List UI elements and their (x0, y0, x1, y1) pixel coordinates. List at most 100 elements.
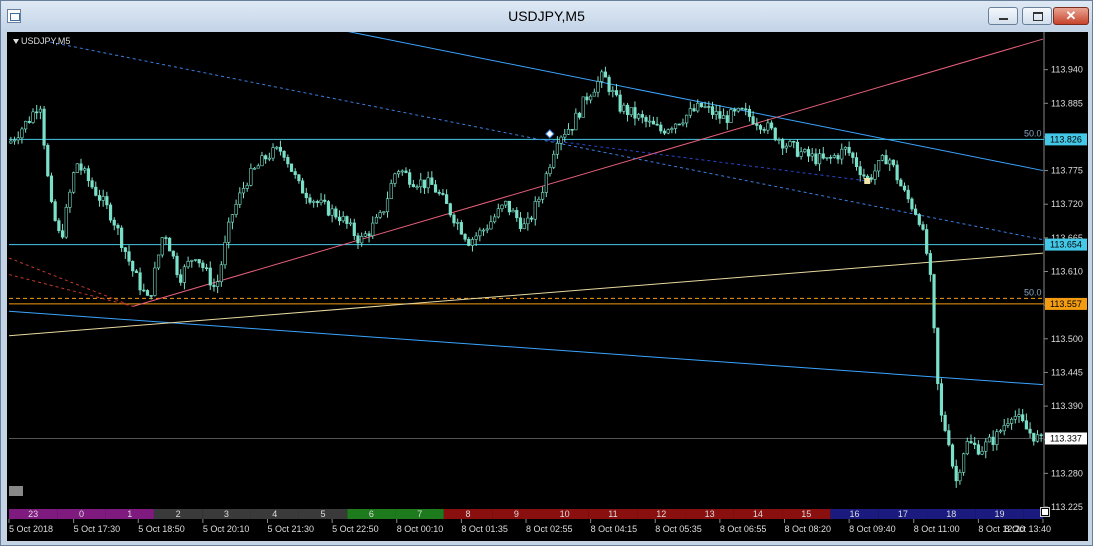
candle-body (286, 157, 290, 165)
title-bar[interactable]: USDJPY,M5 ✕ (1, 1, 1092, 31)
candle-body (356, 235, 360, 244)
candle-body (38, 108, 42, 113)
candle-body (862, 174, 866, 177)
candle-body (131, 260, 135, 272)
candle-body (385, 198, 390, 213)
session-hour-label: 1 (127, 509, 132, 519)
candle-body (659, 124, 663, 132)
candle-body (566, 128, 571, 135)
candle-body (337, 216, 342, 222)
candle-body (234, 204, 238, 215)
candle-body (496, 208, 500, 218)
candle-body (363, 233, 367, 237)
price-badge-label: 113.337 (1050, 433, 1082, 443)
candle-body (696, 102, 700, 112)
candle-body (710, 106, 715, 115)
close-button[interactable]: ✕ (1053, 7, 1089, 25)
candle-body (707, 106, 711, 108)
price-tick-label: 113.280 (1051, 468, 1083, 478)
candle-body (625, 104, 630, 116)
maximize-button[interactable] (1022, 7, 1052, 25)
candle-body (603, 71, 607, 78)
minimize-icon (989, 8, 1017, 24)
trend-line (8, 252, 1044, 337)
candle-body (747, 109, 752, 117)
anchor-point-marker (545, 129, 555, 139)
candle-body (507, 200, 511, 213)
session-hour-label: 4 (272, 509, 277, 519)
session-hour-label: 5 (321, 509, 326, 519)
candle-body (640, 114, 644, 118)
candle-body (589, 95, 593, 101)
candle-body (648, 120, 652, 123)
candle-body (795, 141, 800, 157)
candle-body (888, 159, 892, 165)
chart-menu-arrow-icon[interactable] (13, 39, 19, 44)
candle-body (552, 153, 556, 168)
price-badge-label: 113.826 (1050, 134, 1082, 144)
chart-shift-icon[interactable] (1040, 507, 1050, 517)
session-hour-label: 15 (801, 509, 811, 519)
candle-body (60, 230, 65, 238)
candle-body (954, 465, 958, 482)
candle-body (1039, 434, 1043, 437)
candle-body (836, 155, 840, 160)
session-hour-label: 11 (608, 509, 617, 519)
window-title: USDJPY,M5 (508, 8, 585, 24)
candle-body (873, 170, 877, 180)
candle-body (90, 180, 94, 188)
candle-body (1002, 425, 1006, 432)
candle-body (987, 436, 992, 443)
candle-body (116, 224, 120, 229)
candle-body (526, 217, 530, 225)
candle-body (803, 149, 807, 153)
candle-body (958, 472, 962, 482)
candle-body (216, 281, 220, 287)
candle-body (880, 155, 884, 161)
candle-body (777, 139, 781, 141)
candle-body (264, 155, 268, 160)
candle-body (891, 159, 896, 166)
candle-body (371, 222, 375, 236)
chart-scroll-handle[interactable] (9, 486, 23, 496)
candle-body (622, 104, 626, 112)
candle-body (437, 191, 441, 194)
candle-body (153, 267, 157, 296)
time-tick-label: 8 Oct 06:55 (720, 524, 767, 534)
price-chart[interactable]: 113.940113.885113.830113.775113.720113.6… (7, 32, 1088, 541)
candle-body (419, 179, 423, 188)
candle-body (515, 210, 519, 219)
candle-body (57, 220, 61, 231)
time-tick-label: 8 Oct 00:10 (397, 524, 444, 534)
candle-body (389, 183, 393, 200)
candle-body (352, 222, 356, 237)
candle-body (35, 111, 39, 114)
candle-body (282, 150, 286, 158)
chart-canvas[interactable]: 113.940113.885113.830113.775113.720113.6… (7, 32, 1088, 541)
candle-body (980, 450, 984, 455)
price-tick-label: 113.720 (1051, 199, 1083, 209)
candle-body (149, 295, 153, 297)
minimize-button[interactable] (988, 7, 1018, 25)
candle-body (345, 216, 349, 224)
candle-body (123, 247, 127, 252)
candle-body (223, 241, 227, 266)
candle-body (186, 260, 190, 268)
candle-body (201, 262, 205, 269)
candle-body (179, 274, 183, 283)
session-hour-label: 14 (753, 509, 763, 519)
candle-body (998, 430, 1003, 433)
candle-body (541, 192, 545, 200)
candle-body (884, 155, 888, 165)
time-tick-label: 8 Oct 04:15 (591, 524, 638, 534)
candle-body (581, 96, 585, 118)
candle-body (341, 216, 345, 222)
candle-body (300, 180, 305, 194)
candle-body (249, 168, 253, 186)
candle-body (441, 193, 445, 195)
candle-body (769, 122, 774, 129)
candle-body (326, 201, 331, 216)
candle-body (308, 197, 312, 203)
candle-body (156, 254, 161, 269)
candle-body (533, 201, 537, 220)
